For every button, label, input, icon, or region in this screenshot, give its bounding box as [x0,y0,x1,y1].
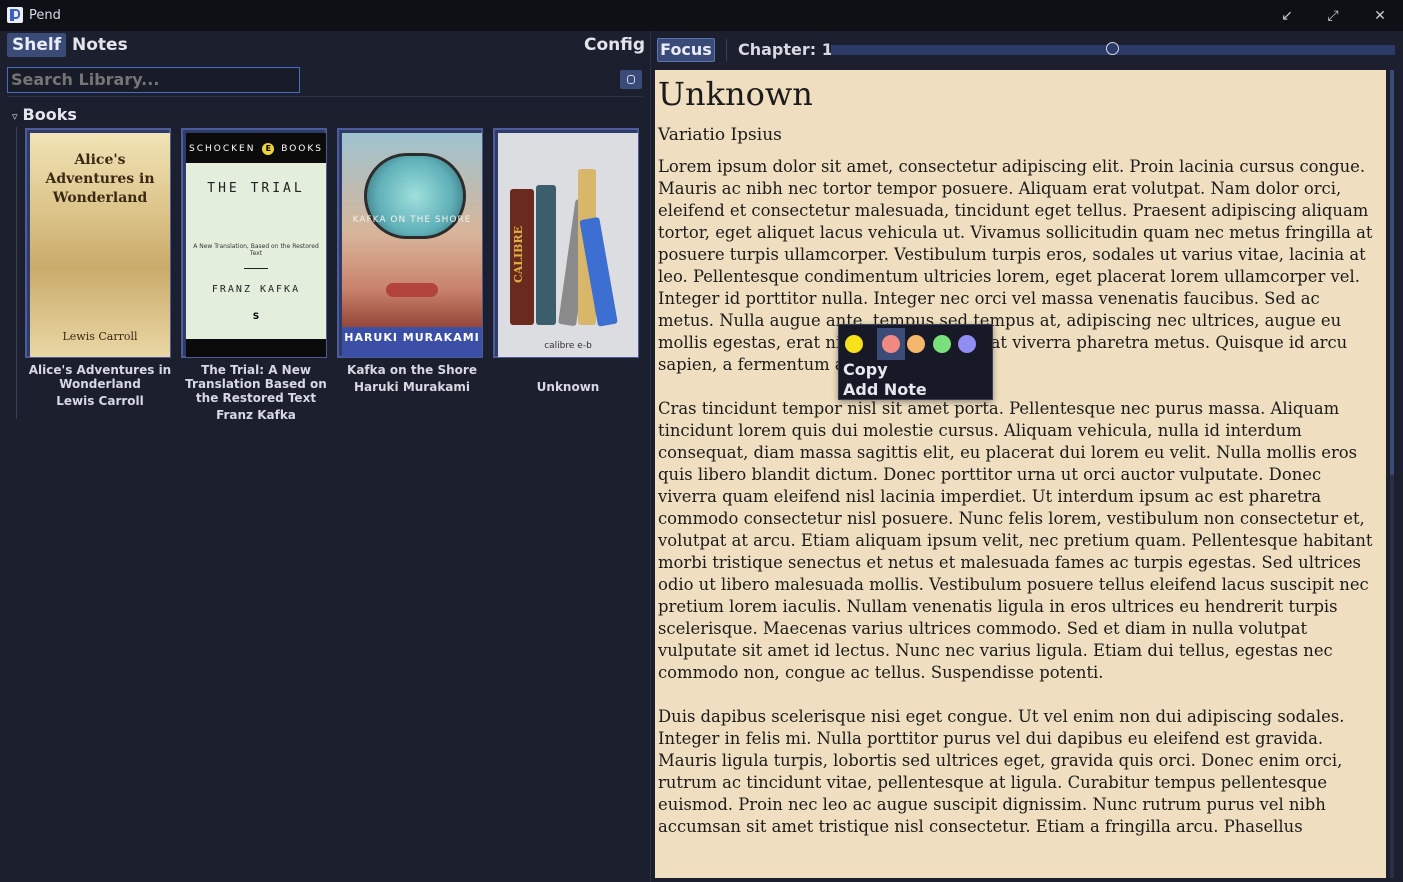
book-title: Kafka on the Shore [347,363,477,377]
book-card-unknown[interactable]: CALIBRE calibre e-b [493,128,639,358]
cover-title: THE TRIAL [207,181,305,196]
cover-title: Alice's Adventures in Wonderland [45,152,155,206]
tab-notes[interactable]: Notes [67,33,133,57]
tab-shelf[interactable]: Shelf [7,33,67,57]
cover-footer: calibre e-b [544,341,592,351]
book-card-kafka-on-the-shore[interactable]: KAFKA ON THE SHORE HARUKI MURAKAMI [337,128,483,358]
paragraph: Lorem ipsum dolor sit amet, consectetur … [658,157,1373,374]
reader-page[interactable]: Unknown Variatio Ipsius Lorem ipsum dolo… [655,70,1386,878]
book-card-alice[interactable]: Alice's Adventures in Wonderland Lewis C… [25,128,171,358]
book-title: Unknown [536,380,600,394]
cover-title: KAFKA ON THE SHORE [352,215,472,225]
highlight-color-yellow[interactable] [845,335,863,353]
cover-subtitle: A New Translation, Based on the Restored… [193,243,319,257]
divider [726,39,727,61]
chapter-subtitle: Variatio Ipsius [658,125,782,145]
divider [7,96,643,97]
reader-panel: Focus Chapter: 1 Unknown Variatio Ipsius… [651,31,1403,882]
paragraph: Cras tincidunt tempor nisl sit amet port… [658,399,1373,682]
cover-publisher: SCHOCKEN E BOOKS [186,133,326,163]
reader-content: Unknown Variatio Ipsius Lorem ipsum dolo… [658,70,1380,838]
add-note-menu-item[interactable]: Add Note [843,380,927,399]
reader-scrollbar[interactable] [1390,70,1394,878]
tree-guide-line [16,127,17,419]
library-panel: Shelf Notes Config ▿ Books Alice's Advent… [0,31,651,882]
highlight-color-green[interactable] [933,335,951,353]
book-cover: KAFKA ON THE SHORE HARUKI MURAKAMI [342,133,482,357]
book-cover: Alice's Adventures in Wonderland Lewis C… [30,133,170,357]
reader-scrollbar-thumb[interactable] [1390,70,1394,475]
lock-button[interactable] [620,70,642,89]
title-bar: Pend ↙ ⤢ ✕ [0,0,1403,31]
chapter-title: Unknown [658,75,813,113]
search-input[interactable] [7,67,300,93]
cover-author: Lewis Carroll [62,330,138,343]
chapter-slider-handle[interactable] [1106,42,1119,55]
book-title: The Trial: A New Translation Based on th… [185,363,327,405]
book-author: Franz Kafka [216,408,296,422]
publisher-mark: S [252,312,260,322]
cover-author: FRANZ KAFKA [211,284,301,295]
chapter-slider[interactable] [831,42,1395,55]
tab-config[interactable]: Config [579,33,650,57]
cover-spine [536,185,556,325]
cover-title: CALIBRE [512,226,525,284]
cover-author: HARUKI MURAKAMI [342,327,482,357]
window-title: Pend [29,8,61,23]
app-logo-icon [7,7,23,23]
copy-menu-item[interactable]: Copy [843,360,888,379]
book-cover: CALIBRE calibre e-b [498,133,638,357]
maximize-icon[interactable]: ⤢ [1323,6,1343,26]
cover-illustration-detail [386,283,438,297]
cover-illustration [364,153,466,239]
paragraph: Duis dapibus scelerisque nisi eget congu… [658,707,1345,836]
lock-icon [627,75,635,84]
highlight-color-orange[interactable] [907,335,925,353]
highlight-color-purple[interactable] [958,335,976,353]
cover-rule [244,268,268,269]
close-icon[interactable]: ✕ [1370,6,1390,26]
highlight-color-red[interactable] [882,335,900,353]
books-section-header[interactable]: ▿ Books [12,105,77,124]
book-cover: SCHOCKEN E BOOKS THE TRIAL A New Transla… [186,133,326,357]
chapter-label: Chapter: 1 [738,40,833,59]
minimize-icon[interactable]: ↙ [1277,6,1297,26]
focus-button[interactable]: Focus [657,38,715,62]
cover-band [186,339,326,357]
book-title: Alice's Adventures in Wonderland [28,363,172,391]
books-section-title: Books [22,105,77,124]
collapse-triangle-icon: ▿ [12,110,18,123]
book-author: Haruki Murakami [353,380,471,394]
book-author: Lewis Carroll [56,394,144,408]
highlight-context-menu: Copy Add Note [838,324,993,400]
book-card-the-trial[interactable]: SCHOCKEN E BOOKS THE TRIAL A New Transla… [181,128,327,358]
